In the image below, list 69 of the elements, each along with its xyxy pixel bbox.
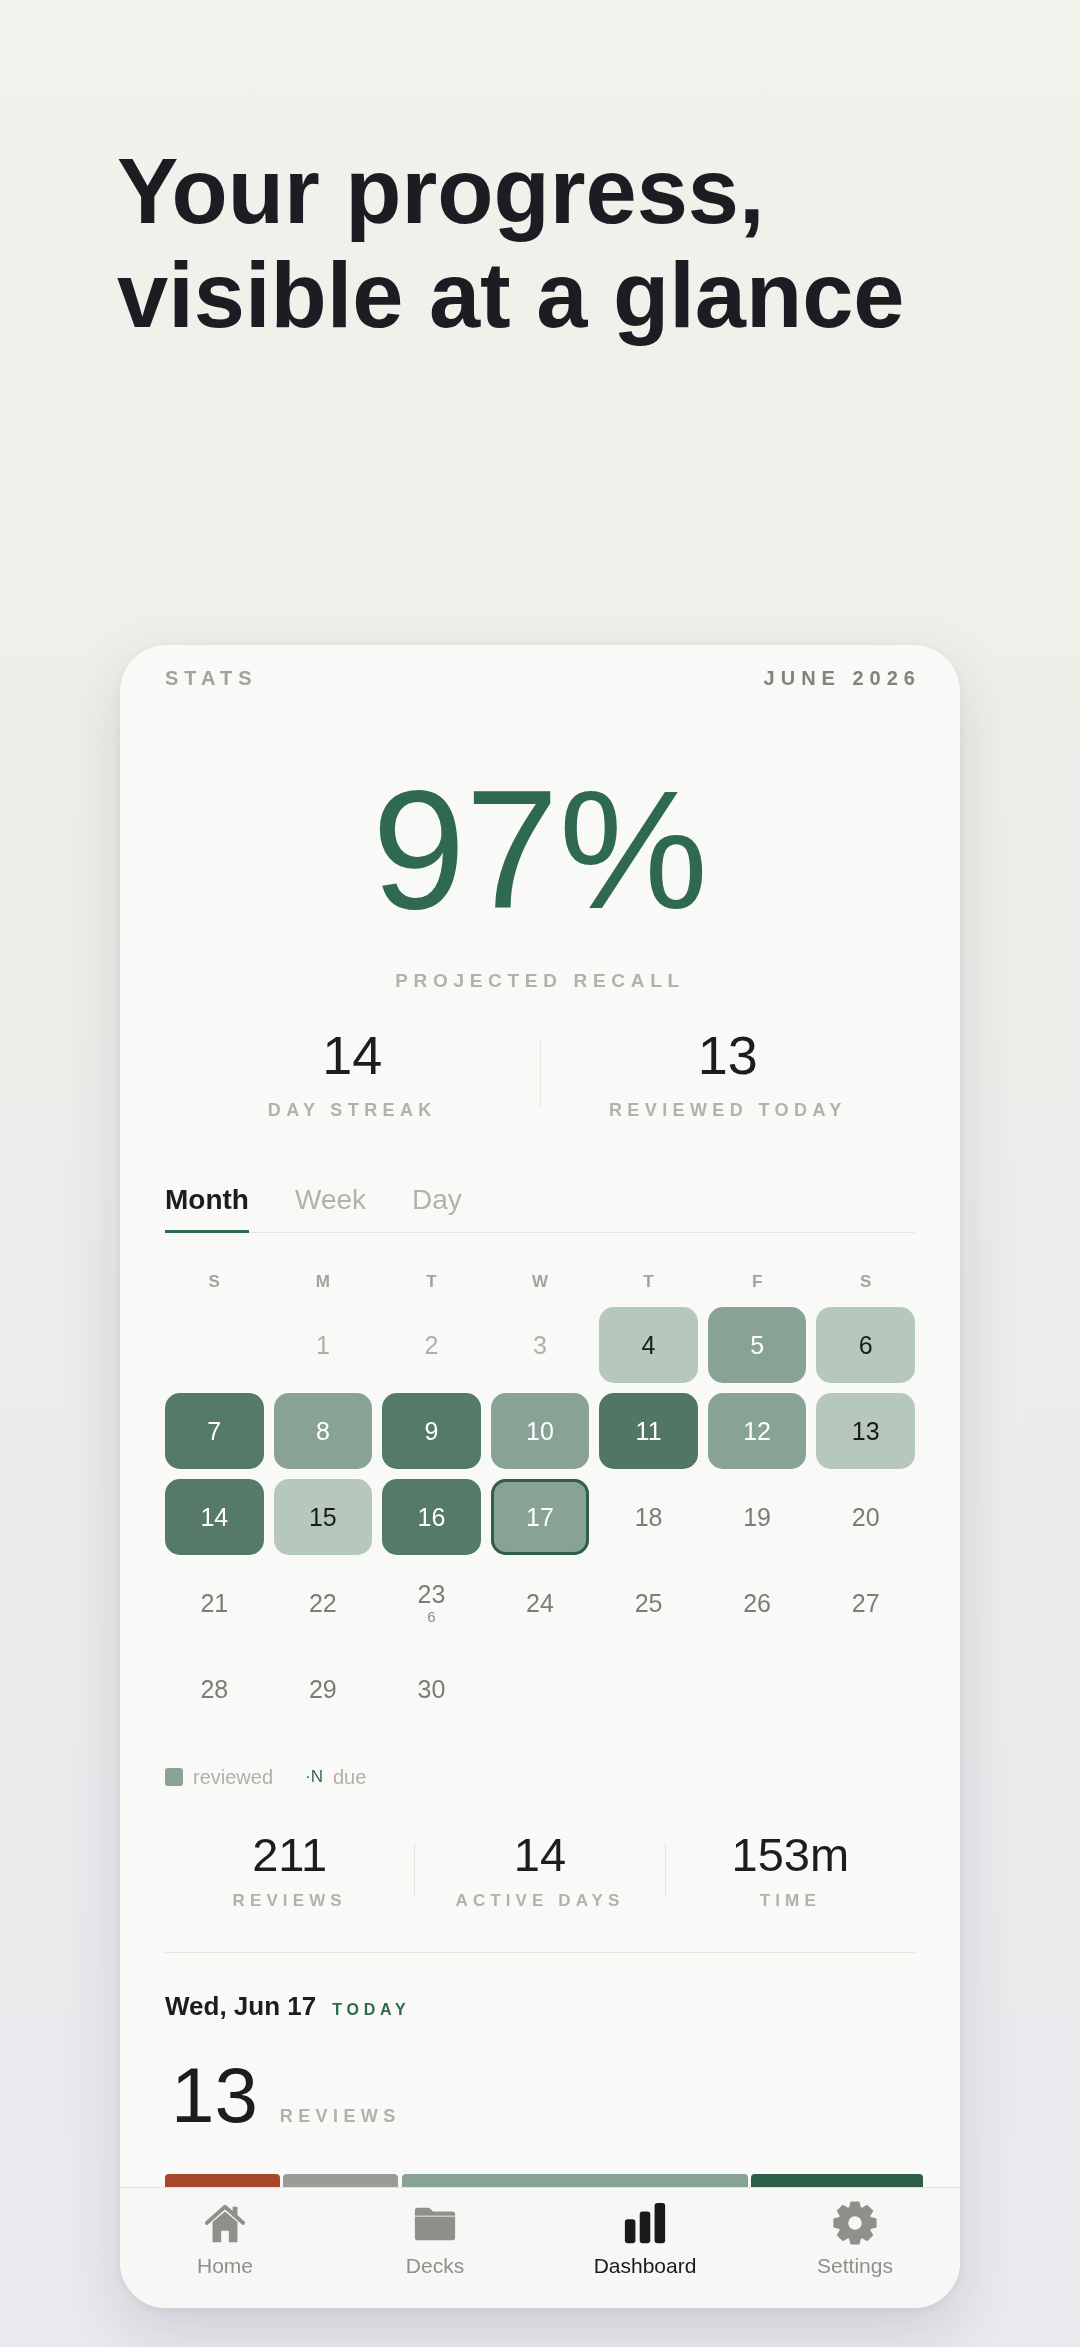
calendar-day[interactable]: 6 [816,1307,915,1383]
weekday-label: S [860,1271,872,1293]
nav-tab[interactable]: Home [197,2188,253,2280]
month-label: JUNE 2026 [763,666,921,691]
calendar-day[interactable]: 1 [273,1307,373,1383]
section-title: STATS [165,666,258,691]
review-count: 13 [171,2053,258,2137]
legend-label: reviewed [193,1765,274,1789]
calendar-day[interactable]: 14 [165,1479,264,1555]
calendar-day[interactable]: 27 [816,1565,915,1641]
due-count: 6 [427,1608,436,1626]
weekday-label: M [315,1271,330,1293]
calendar-day[interactable]: 25 [599,1565,698,1641]
review-unit: REVIEWS [279,2106,401,2127]
total-label: REVIEWS [232,1890,347,1912]
weekday-label: F [751,1271,763,1293]
calendar-day[interactable]: 16 [382,1479,481,1555]
calendar-day[interactable]: 19 [707,1479,807,1555]
nav-tab[interactable]: Settings [817,2188,893,2280]
calendar-day[interactable]: 2 [382,1307,481,1383]
calendar-day[interactable]: 9 [382,1393,481,1469]
calendar-day[interactable]: 17 [490,1479,590,1555]
calendar-day[interactable]: 8 [273,1393,373,1469]
total-value: 211 [252,1827,328,1883]
calendar-day[interactable]: 5 [707,1307,807,1383]
calendar-day[interactable]: 23 6 [382,1565,481,1641]
total-value: 14 [513,1827,567,1883]
calendar-day[interactable]: 13 [816,1393,915,1469]
calendar-day[interactable]: 30 [382,1651,481,1727]
calendar-day[interactable]: 20 [816,1479,915,1555]
stat-value: 13 [697,1025,758,1085]
tab[interactable]: Day [412,1182,462,1233]
weekday-label: W [531,1271,548,1293]
calendar-day[interactable]: 28 [165,1651,264,1727]
total-value: 153m [731,1827,850,1883]
stat-value: 14 [322,1025,383,1085]
calendar-day[interactable]: 4 [599,1307,698,1383]
legend-label: due [333,1765,367,1789]
nav-tab[interactable]: Dashboard [593,2188,697,2280]
weekday-label: T [643,1271,654,1293]
weekday-label: T [426,1271,437,1293]
nav-tab[interactable]: Decks [405,2188,465,2280]
recall-percentage: 97% [370,760,710,940]
settings-icon [832,2200,878,2246]
calendar-day[interactable]: 12 [707,1393,807,1469]
calendar-day[interactable]: 15 [273,1479,373,1555]
date-label: Wed, Jun 17 [165,1990,317,2023]
due-marker: ·N [305,1767,323,1787]
today-label: TODAY [332,2001,411,2019]
stat-label: DAY STREAK [267,1099,437,1122]
calendar-day[interactable]: 26 [707,1565,807,1641]
stat-label: REVIEWED TODAY [608,1099,847,1122]
calendar-day[interactable]: 22 [273,1565,373,1641]
total-label: ACTIVE DAYS [455,1890,625,1912]
calendar-day[interactable]: 3 [490,1307,590,1383]
calendar-day[interactable]: 10 [490,1393,590,1469]
calendar-day[interactable]: 21 [165,1565,264,1641]
headline: Your progress, visible at a glance [117,139,906,347]
calendar-day[interactable]: 18 [599,1479,698,1555]
recall-label: PROJECTED RECALL [395,969,685,993]
calendar-day[interactable]: 7 [165,1393,264,1469]
total-label: TIME [759,1890,821,1912]
calendar-day[interactable]: 11 [599,1393,698,1469]
weekday-label: S [208,1271,220,1293]
tab[interactable]: Month [165,1182,249,1233]
tab[interactable]: Week [294,1182,367,1233]
calendar-day[interactable]: 24 [490,1565,590,1641]
calendar-day[interactable]: 29 [273,1651,373,1727]
bar-chart-icon [622,2200,668,2246]
